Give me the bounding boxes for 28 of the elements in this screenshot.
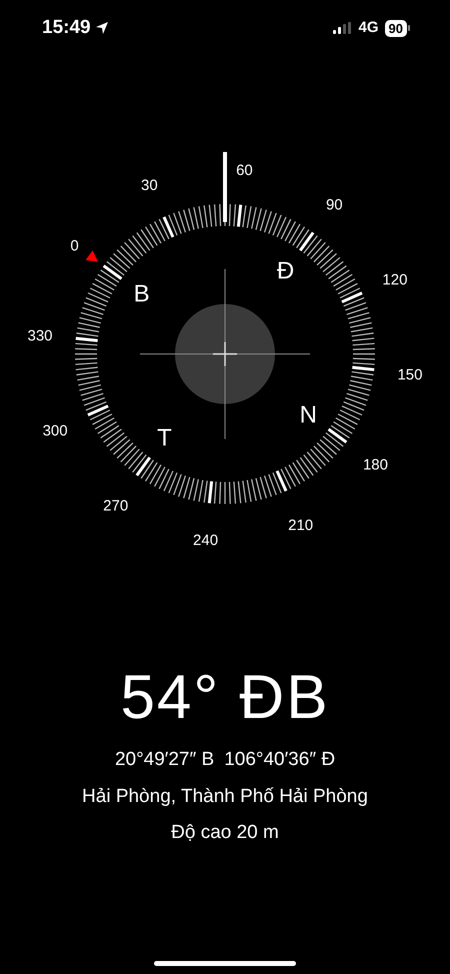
direction-letter: Đ (276, 258, 294, 285)
degree-label: 0 (70, 238, 79, 255)
direction-letter: T (157, 424, 172, 452)
degree-label: 240 (193, 532, 218, 549)
direction-letter: N (300, 402, 317, 429)
degree-label: 180 (362, 456, 388, 474)
degree-label: 120 (382, 271, 408, 288)
degree-label: 60 (236, 162, 253, 180)
degree-label: 90 (326, 196, 343, 214)
heading-reading: 54° ĐB (120, 662, 330, 734)
degree-label: 210 (288, 516, 314, 534)
heading-line (223, 152, 227, 222)
direction-letter: B (134, 280, 150, 308)
coordinate: 20°49′27″ B (114, 748, 214, 772)
degree-label: 330 (28, 328, 53, 345)
coordinate: 106°40′36″ Đ (224, 748, 336, 772)
signal-icon (332, 22, 353, 34)
degree-label: 270 (103, 497, 128, 514)
north-pointer-icon (86, 250, 98, 262)
degree-label: 300 (42, 422, 68, 440)
network-type: 4G (358, 18, 379, 38)
location-arrow-icon (94, 21, 109, 35)
degree-label: 150 (397, 366, 422, 384)
location-name: Hải Phòng, Thành Phố Hải Phòng (82, 784, 368, 808)
degree-label: 30 (141, 177, 158, 194)
status-time: 15:49 (42, 16, 91, 40)
battery-level: 90 (384, 20, 407, 36)
altitude-reading: Độ cao 20 m (171, 821, 279, 845)
